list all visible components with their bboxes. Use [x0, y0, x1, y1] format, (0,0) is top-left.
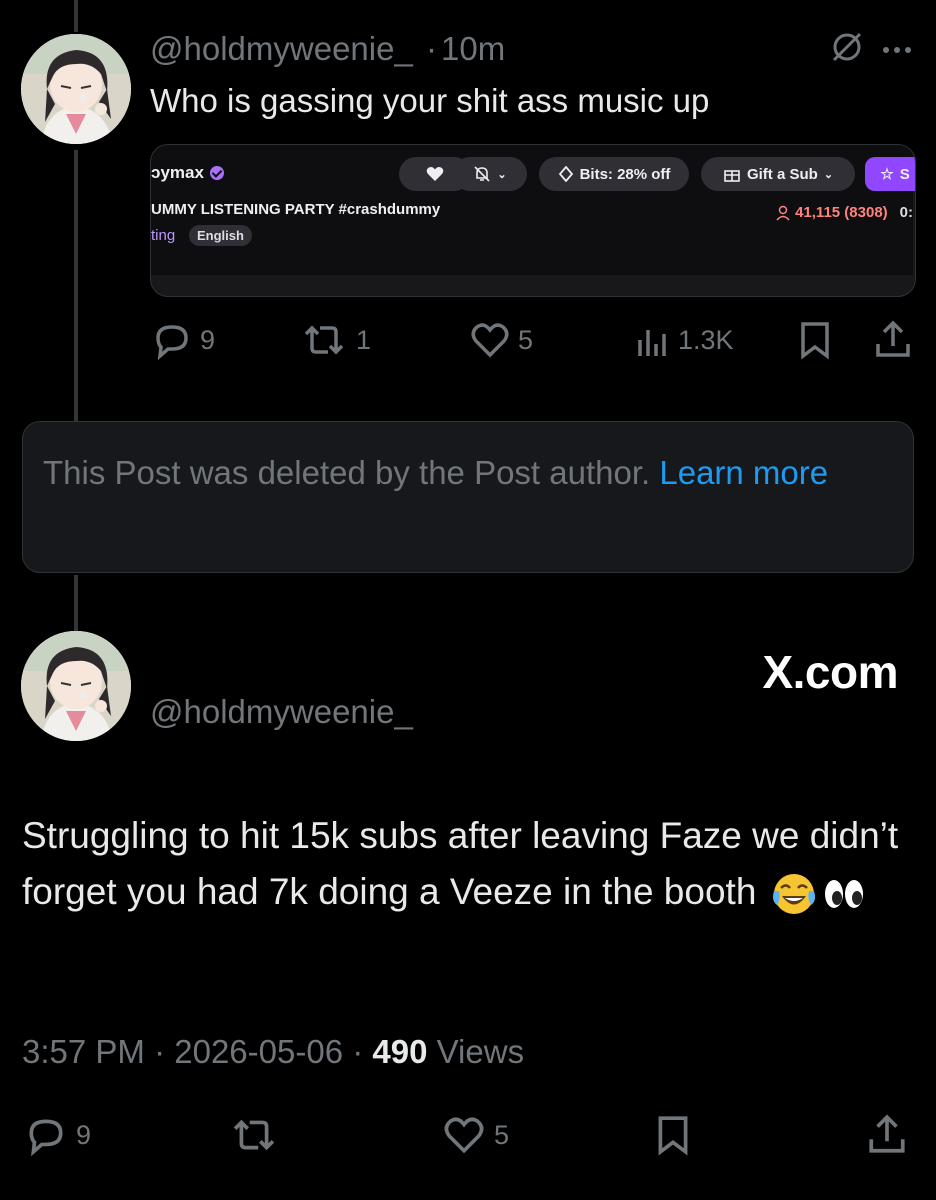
- stream-category: ting: [151, 227, 176, 244]
- tweet-metadata: 3:57 PM · 2026-05-06 · 490 Views: [22, 1033, 524, 1071]
- header-separator: ·: [425, 30, 437, 67]
- reply-button[interactable]: 9: [24, 1114, 91, 1156]
- reply-button[interactable]: 9: [152, 320, 215, 360]
- main-tweet-text: Struggling to hit 15k subs after leaving…: [22, 808, 912, 920]
- like-count: 5: [518, 324, 534, 355]
- like-button[interactable]: 5: [470, 320, 533, 360]
- reply-tweet-text: Who is gassing your shit ass music up: [150, 82, 710, 119]
- thread-line-top: [74, 0, 78, 32]
- channel-name-text: ɔymax: [151, 163, 204, 182]
- gift-label: Gift a Sub: [746, 165, 818, 183]
- post-time[interactable]: 3:57 PM: [22, 1033, 145, 1070]
- author-handle[interactable]: @holdmyweenie_: [150, 30, 413, 67]
- media-embed[interactable]: ɔymax ⌄ Bits: 28% off Gift a Sub ⌄ ☆ S U…: [150, 144, 916, 297]
- main-author-handle[interactable]: @holdmyweenie_: [150, 693, 413, 731]
- share-icon: [876, 320, 910, 357]
- reply-header: @holdmyweenie_ · 10m: [150, 30, 505, 68]
- eyes-icon: [821, 871, 867, 917]
- grok-icon[interactable]: [830, 30, 864, 69]
- bits-label: Bits: 28% off: [579, 165, 671, 183]
- x-com-watermark: X.com: [762, 646, 898, 698]
- analytics-icon: [638, 330, 666, 356]
- repost-button[interactable]: 1: [300, 320, 371, 360]
- reply-count: 9: [200, 324, 216, 355]
- share-button[interactable]: [866, 1114, 908, 1156]
- gift-icon: [724, 170, 740, 182]
- deleted-post-notice: This Post was deleted by the Post author…: [22, 421, 914, 573]
- verified-icon: [209, 166, 224, 180]
- bookmark-icon: [801, 322, 829, 360]
- bookmark-button[interactable]: [654, 1114, 692, 1156]
- notification-button: ⌄: [453, 157, 527, 191]
- meta-separator: ·: [352, 1033, 364, 1070]
- more-options-icon[interactable]: [882, 41, 912, 59]
- bell-off-icon: [474, 166, 490, 182]
- gift-sub-button: Gift a Sub ⌄: [701, 157, 855, 191]
- bits-button: Bits: 28% off: [539, 157, 689, 191]
- meta-separator: ·: [154, 1033, 166, 1070]
- bits-icon: [558, 166, 573, 182]
- learn-more-link[interactable]: Learn more: [659, 454, 828, 491]
- chevron-down-icon: ⌄: [823, 168, 834, 181]
- viewer-count-text: 41,115 (8308): [795, 204, 888, 221]
- main-tweet-body: Struggling to hit 15k subs after leaving…: [22, 815, 899, 912]
- reply-icon: [29, 1119, 63, 1156]
- heart-icon: [426, 167, 444, 181]
- face-with-tears-of-joy-icon: [771, 871, 817, 917]
- share-button[interactable]: [874, 320, 912, 360]
- sub-label: S: [899, 165, 910, 183]
- avatar[interactable]: [21, 34, 131, 144]
- timestamp[interactable]: 10m: [441, 30, 505, 67]
- tweet-top-icons: [830, 30, 912, 69]
- views-count: 490: [372, 1033, 428, 1070]
- viewer-count: 41,115 (8308) 0:: [775, 204, 913, 221]
- reply-icon: [156, 325, 188, 360]
- thread-line-mid: [74, 150, 78, 422]
- chevron-down-icon: ⌄: [497, 168, 507, 181]
- repost-button[interactable]: [228, 1114, 280, 1156]
- channel-name: ɔymax: [151, 163, 224, 183]
- stream-title: UMMY LISTENING PARTY #crashdummy: [151, 201, 441, 218]
- views-label: Views: [436, 1033, 525, 1070]
- subscribe-button: ☆ S: [865, 157, 915, 191]
- repost-icon: [233, 1119, 275, 1151]
- repost-icon: [304, 325, 344, 355]
- person-icon: [776, 205, 790, 221]
- main-avatar[interactable]: [21, 631, 131, 741]
- heart-icon: [444, 1117, 484, 1154]
- twitch-screenshot: ɔymax ⌄ Bits: 28% off Gift a Sub ⌄ ☆ S U…: [151, 145, 915, 275]
- reply-count: 9: [76, 1119, 92, 1150]
- heart-icon: [471, 323, 509, 358]
- post-date[interactable]: 2026-05-06: [174, 1033, 343, 1070]
- repost-count: 1: [356, 324, 372, 355]
- deleted-notice-text: This Post was deleted by the Post author…: [43, 454, 651, 491]
- views-count: 1.3K: [678, 324, 734, 355]
- views-button[interactable]: 1.3K: [636, 320, 734, 360]
- stream-tag: English: [189, 225, 252, 246]
- bookmark-icon: [658, 1116, 688, 1156]
- share-icon: [869, 1114, 905, 1153]
- like-count: 5: [494, 1119, 510, 1150]
- bookmark-button[interactable]: [798, 320, 832, 360]
- uptime: 0:: [899, 204, 913, 221]
- star-icon: ☆: [880, 166, 894, 183]
- like-button[interactable]: 5: [442, 1114, 509, 1156]
- thread-line-lower: [74, 575, 78, 631]
